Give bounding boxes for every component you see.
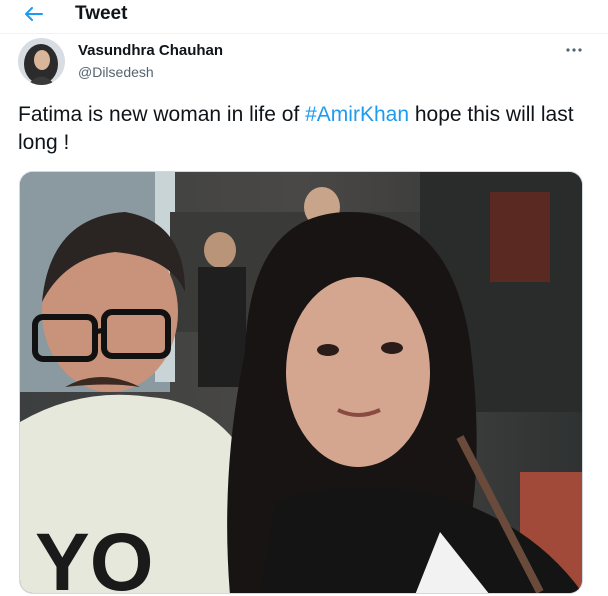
author-name[interactable]: Vasundhra Chauhan [78, 42, 223, 60]
arrow-left-icon [25, 7, 43, 21]
tweet-text: Fatima is new woman in life of #AmirKhan… [18, 101, 593, 157]
more-horizontal-icon [566, 48, 582, 52]
shirt-text: YO [35, 517, 153, 594]
back-button[interactable] [20, 2, 48, 26]
page-title: Tweet [75, 3, 128, 24]
photo-image: YO [20, 172, 582, 594]
more-button[interactable] [560, 40, 588, 60]
tweet-photo[interactable]: YO [19, 171, 583, 594]
tweet-header: Tweet [0, 0, 608, 34]
tweet-text-start: Fatima is new woman in life of [18, 103, 306, 126]
avatar[interactable] [18, 38, 65, 85]
author-handle[interactable]: @Dilsedesh [78, 63, 154, 81]
hashtag-link[interactable]: #AmirKhan [305, 103, 409, 126]
